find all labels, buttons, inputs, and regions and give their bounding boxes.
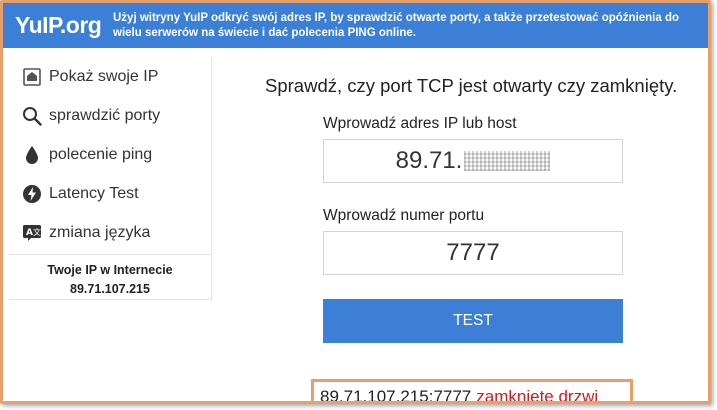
result-address: 89.71.107.215:7777 [320, 386, 472, 404]
router-icon [21, 66, 43, 88]
drop-icon [21, 144, 43, 166]
site-tagline: Użyj witryny YuIP odkryć swój adres IP, … [113, 11, 680, 39]
result-status: zamknięte drzwi [476, 386, 599, 404]
host-label: Wprowadź adres IP lub host [323, 115, 517, 132]
page-title: Sprawdź, czy port TCP jest otwarty czy z… [265, 75, 678, 96]
sidebar-item-show-ip[interactable]: Pokaż swoje IP [9, 57, 211, 96]
your-ip-title: Twoje IP w Internecie [47, 263, 173, 277]
translate-icon: A文 [21, 222, 43, 244]
sidebar-item-label: Pokaż swoje IP [49, 67, 159, 85]
your-ip-value: 89.71.107.215 [70, 282, 150, 296]
sidebar-item-ping[interactable]: polecenie ping [9, 135, 211, 174]
sidebar-item-latency-test[interactable]: Latency Test [9, 174, 211, 213]
host-input[interactable]: 89.71. [323, 139, 623, 183]
main-content: Sprawdź, czy port TCP jest otwarty czy z… [213, 57, 708, 401]
site-logo[interactable]: YuIP.org [3, 12, 102, 39]
sidebar-item-change-language[interactable]: A文 zmiana języka [9, 213, 211, 252]
port-check-result: 89.71.107.215:7777 zamknięte drzwi [311, 379, 633, 404]
sidebar-item-label: Latency Test [49, 184, 139, 202]
browser-frame: YuIP.org Użyj witryny YuIP odkryć swój a… [0, 0, 711, 404]
sidebar-item-check-ports[interactable]: sprawdzić porty [9, 96, 211, 135]
host-input-value: 89.71. [395, 147, 463, 174]
test-button[interactable]: TEST [323, 299, 623, 343]
port-input[interactable]: 7777 [323, 231, 623, 275]
sidebar-item-label: polecenie ping [49, 145, 153, 163]
your-ip-box: Twoje IP w Internecie 89.71.107.215 [9, 254, 211, 299]
redacted-ip-part [464, 151, 551, 171]
lightning-icon [21, 183, 43, 205]
svg-text:文: 文 [33, 227, 41, 237]
search-icon [21, 105, 43, 127]
sidebar: Pokaż swoje IP sprawdzić porty polecenie… [9, 57, 212, 300]
svg-text:A: A [26, 228, 33, 238]
site-header: YuIP.org Użyj witryny YuIP odkryć swój a… [3, 3, 708, 48]
sidebar-item-label: sprawdzić porty [49, 106, 161, 124]
sidebar-item-label: zmiana języka [49, 223, 151, 241]
port-label: Wprowadź numer portu [323, 207, 485, 224]
port-input-value: 7777 [446, 239, 500, 266]
